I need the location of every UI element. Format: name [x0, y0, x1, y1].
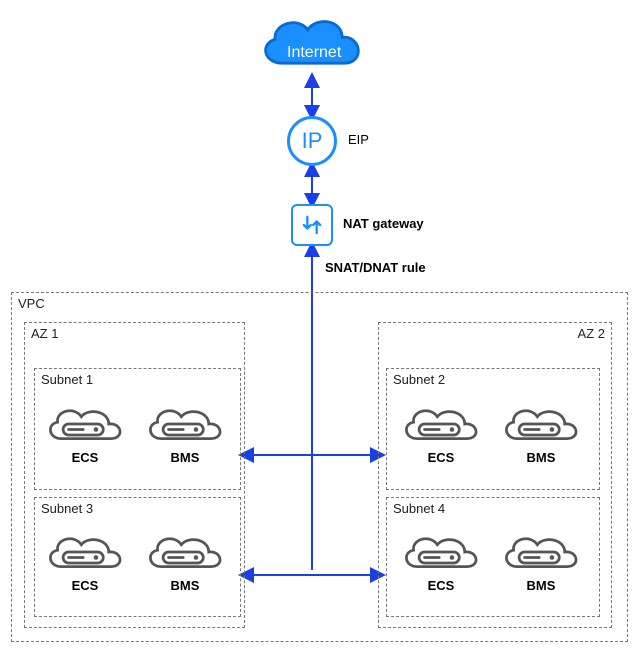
subnet1-bms-node: BMS	[140, 400, 230, 465]
ecs-label: ECS	[428, 578, 455, 593]
subnet4-title: Subnet 4	[393, 501, 445, 516]
server-icon	[499, 528, 583, 576]
ecs-label: ECS	[428, 450, 455, 465]
subnet3-bms-node: BMS	[140, 528, 230, 593]
nat-gateway-icon	[291, 204, 333, 246]
subnet2-bms-node: BMS	[496, 400, 586, 465]
server-icon	[43, 400, 127, 448]
bms-label: BMS	[527, 450, 556, 465]
ecs-label: ECS	[72, 578, 99, 593]
bms-label: BMS	[171, 578, 200, 593]
subnet2-title: Subnet 2	[393, 372, 445, 387]
az2-title: AZ 2	[578, 326, 605, 341]
nat-gateway-label: NAT gateway	[343, 216, 424, 231]
snat-dnat-rule-label: SNAT/DNAT rule	[325, 260, 426, 275]
server-icon	[499, 400, 583, 448]
subnet1-title: Subnet 1	[41, 372, 93, 387]
server-icon	[399, 400, 483, 448]
vpc-title: VPC	[18, 296, 45, 311]
server-icon	[143, 528, 227, 576]
ip-text: IP	[302, 128, 323, 154]
subnet4-bms-node: BMS	[496, 528, 586, 593]
subnet1-ecs-node: ECS	[40, 400, 130, 465]
server-icon	[399, 528, 483, 576]
server-icon	[143, 400, 227, 448]
az1-title: AZ 1	[31, 326, 58, 341]
eip-label: EIP	[348, 132, 369, 147]
eip-ip-icon: IP	[287, 116, 337, 166]
subnet3-ecs-node: ECS	[40, 528, 130, 593]
subnet4-ecs-node: ECS	[396, 528, 486, 593]
subnet3-title: Subnet 3	[41, 501, 93, 516]
server-icon	[43, 528, 127, 576]
bms-label: BMS	[171, 450, 200, 465]
ecs-label: ECS	[72, 450, 99, 465]
bms-label: BMS	[527, 578, 556, 593]
internet-label: Internet	[287, 44, 341, 62]
subnet2-ecs-node: ECS	[396, 400, 486, 465]
nat-architecture-diagram: Internet IP EIP NAT gateway SNAT/DNAT ru…	[0, 0, 641, 655]
